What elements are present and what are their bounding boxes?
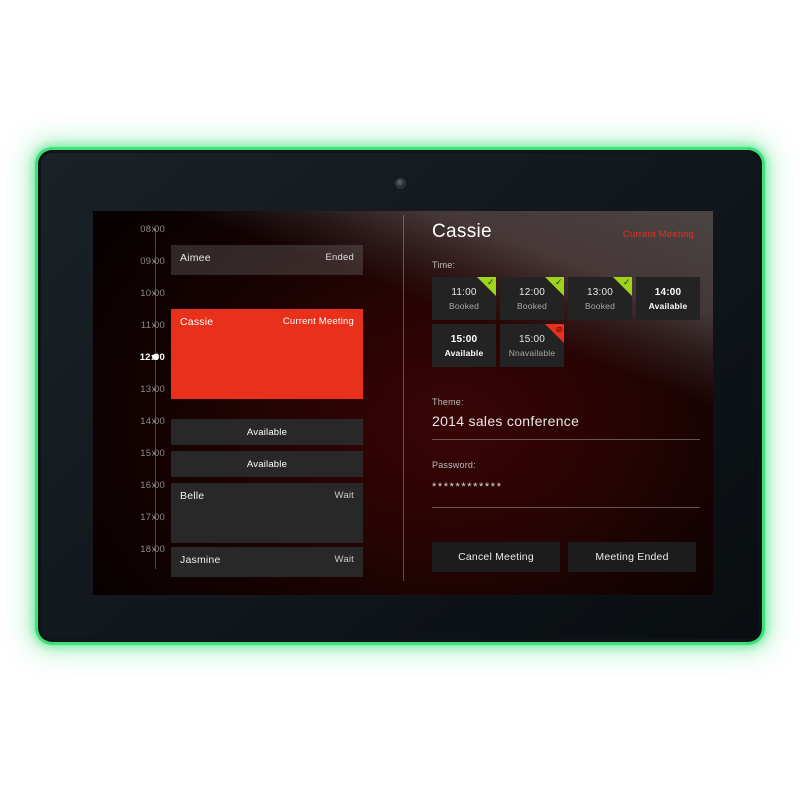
schedule-event-current[interactable]: Cassie Current Meeting [171,309,363,399]
time-axis-tick: 13:00 [93,382,165,396]
schedule-event-wait[interactable]: Belle Wait [171,483,363,543]
device-bezel: 08:00 09:00 10:00 11:00 12:00 13:00 14:00 15:00… [41,153,759,639]
time-slot-state: Booked [584,300,616,311]
time-axis-tick: 11:00 [93,318,165,332]
time-slot-time: 15:00 [518,333,546,345]
checkmark-icon: ✓ [486,277,495,287]
time-slot-time: 15:00 [450,333,478,345]
meeting-detail-panel: Cassie Current Meeting Time: ✓ 11:00 Booke… [404,211,713,595]
time-slot-grid: ✓ 11:00 Booked ✓ 12:00 Booked ✓ 13:00 Booked 14:0… [432,277,708,367]
detail-header: Cassie Current Meeting [432,221,694,243]
theme-field-label: Theme: [432,397,464,407]
event-status: Wait [334,490,354,501]
time-slot-state: Booked [448,300,480,311]
schedule-event-ended[interactable]: Aimee Ended [171,245,363,275]
event-name: Belle [180,490,205,502]
time-axis-tick: 18:00 [93,542,165,556]
event-name: Cassie [180,316,214,328]
no-entry-icon: ⊘ [555,325,563,334]
status-badge: Current Meeting [622,229,694,240]
tablet-device: 08:00 09:00 10:00 11:00 12:00 13:00 14:00 15:00… [38,150,762,642]
time-axis-tick: 15:00 [93,446,165,460]
time-axis-dot [153,323,156,327]
meeting-ended-button[interactable]: Meeting Ended [568,542,696,572]
schedule-slot-available[interactable]: Available [171,419,363,445]
time-slot-available[interactable]: 14:00 Available [636,277,700,320]
time-axis-dot [153,387,156,391]
time-axis-dot [153,291,156,295]
event-status: Ended [325,252,354,263]
time-slot-booked[interactable]: ✓ 11:00 Booked [432,277,496,320]
time-slot-state: Nnavailable [508,347,556,358]
checkmark-icon: ✓ [554,277,563,287]
time-slot-nnavailable[interactable]: ⊘ 15:00 Nnavailable [500,324,564,367]
password-field-label: Password: [432,460,476,470]
schedule-slot-available[interactable]: Available [171,451,363,477]
cancel-meeting-button[interactable]: Cancel Meeting [432,542,560,572]
schedule-event-wait[interactable]: Jasmine Wait [171,547,363,577]
time-axis-dot [151,354,158,360]
event-name: Aimee [180,252,211,264]
time-axis-dot [153,227,156,231]
time-slot-booked[interactable]: ✓ 13:00 Booked [568,277,632,320]
page-title: Cassie [432,221,492,242]
event-status: Current Meeting [282,316,354,327]
time-axis-tick: 12:00 [93,350,165,364]
time-slot-time: 14:00 [654,286,682,298]
time-slot-state: Booked [516,300,548,311]
time-axis-dot [153,547,156,551]
time-axis-dot [153,515,156,519]
time-slot-state: Available [444,347,484,358]
time-axis-tick: 14:00 [93,414,165,428]
time-axis-tick: 16:00 [93,478,165,492]
theme-input[interactable]: 2014 sales conference [432,413,579,429]
password-input[interactable]: ************ [432,481,503,493]
password-underline [432,507,700,508]
time-axis-tick: 08:00 [93,222,165,236]
time-axis-dot [153,419,156,423]
time-axis-tick: 09:00 [93,254,165,268]
screen: 08:00 09:00 10:00 11:00 12:00 13:00 14:00 15:00… [93,211,713,595]
time-axis-dot [153,483,156,487]
time-slot-state: Available [648,300,688,311]
checkmark-icon: ✓ [622,277,631,287]
time-slot-time: 11:00 [451,286,477,298]
theme-underline [432,439,700,440]
time-axis-dot [153,451,156,455]
event-name: Jasmine [180,554,221,566]
time-slot-time: 13:00 [586,286,614,298]
time-slot-time: 12:00 [518,286,546,298]
time-axis-tick: 10:00 [93,286,165,300]
camera-lens-icon [395,179,405,188]
schedule-panel: 08:00 09:00 10:00 11:00 12:00 13:00 14:00 15:00… [93,211,403,595]
time-slot-booked[interactable]: ✓ 12:00 Booked [500,277,564,320]
time-slot-available[interactable]: 15:00 Available [432,324,496,367]
time-axis-dot [153,259,156,263]
event-status: Wait [334,554,354,565]
time-axis-tick: 17:00 [93,510,165,524]
time-field-label: Time: [432,260,456,270]
